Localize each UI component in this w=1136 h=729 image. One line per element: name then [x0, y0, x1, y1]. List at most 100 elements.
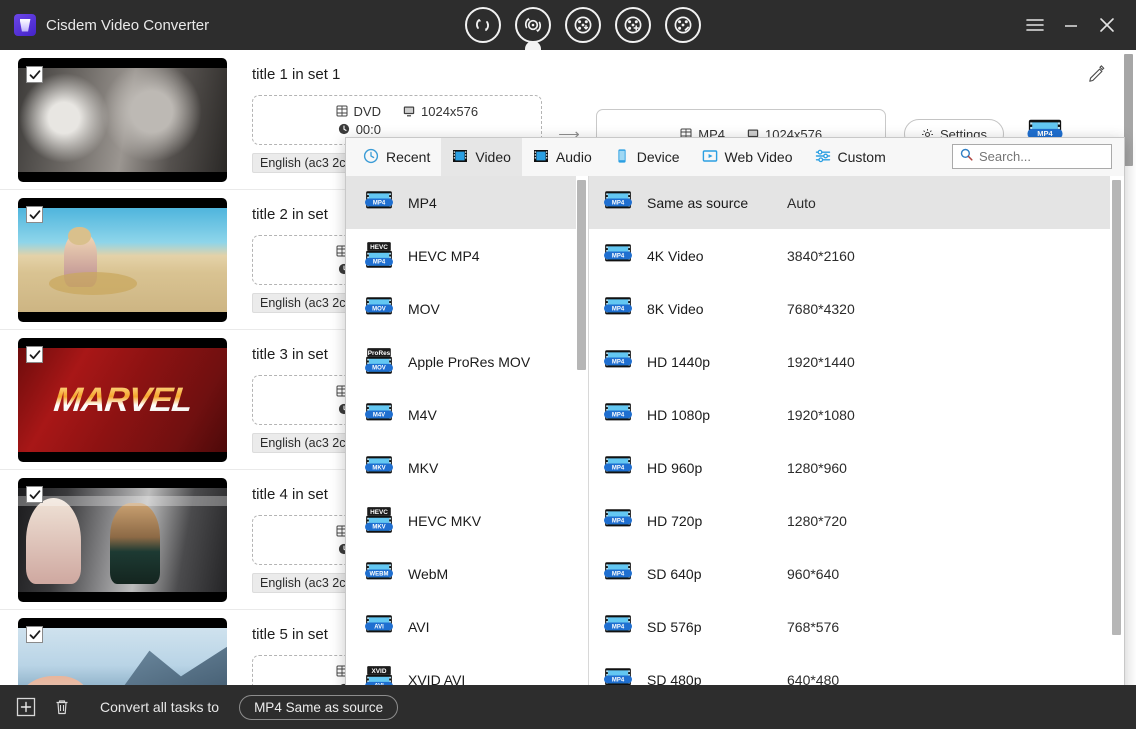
window-controls — [1018, 0, 1136, 50]
trash-icon[interactable] — [50, 695, 74, 719]
format-label: MOV — [408, 301, 440, 317]
preset-resolution: Auto — [787, 195, 816, 211]
task-thumbnail-wrap — [18, 198, 227, 322]
format-panel-body: MP4 MP4 HEVC MP4 HEVC MP4 — [346, 176, 1124, 721]
format-label: WebM — [408, 566, 448, 582]
format-item[interactable]: HEVC MP4 HEVC MP4 — [346, 229, 576, 282]
search-input[interactable] — [979, 149, 1104, 164]
format-icon: MKV — [364, 454, 394, 482]
preset-resolution: 7680*4320 — [787, 301, 855, 317]
format-item[interactable]: M4V M4V — [346, 388, 576, 441]
format-item[interactable]: WEBM WebM — [346, 547, 576, 600]
format-icon: HEVC MP4 — [364, 242, 394, 270]
app-title: Cisdem Video Converter — [46, 17, 209, 34]
preset-icon: MP4 — [603, 348, 633, 376]
tab-audio[interactable]: Audio — [522, 138, 603, 176]
sliders-icon — [815, 148, 831, 167]
preset-resolution: 3840*2160 — [787, 248, 855, 264]
close-icon[interactable] — [1090, 8, 1124, 42]
task-thumbnail[interactable] — [18, 198, 227, 322]
tab-label: Audio — [556, 149, 592, 165]
tab-custom[interactable]: Custom — [804, 138, 897, 176]
download-tool-button[interactable] — [565, 7, 601, 43]
tab-label: Video — [475, 149, 511, 165]
tab-label: Device — [637, 149, 680, 165]
source-resolution: 1024x576 — [403, 104, 478, 119]
format-item[interactable]: HEVC MKV HEVC MKV — [346, 494, 576, 547]
format-item[interactable]: MKV MKV — [346, 441, 576, 494]
preset-icon: MP4 — [603, 454, 633, 482]
edit-title-icon[interactable] — [1088, 64, 1106, 87]
task-thumbnail-wrap — [18, 618, 227, 685]
preset-icon: MP4 — [603, 295, 633, 323]
format-list[interactable]: MP4 MP4 HEVC MP4 HEVC MP4 — [346, 176, 576, 721]
task-thumbnail[interactable] — [18, 478, 227, 602]
format-item[interactable]: MOV MOV — [346, 282, 576, 335]
convert-tool-button[interactable] — [465, 7, 501, 43]
task-thumbnail[interactable] — [18, 58, 227, 182]
svg-text:MP4: MP4 — [612, 306, 625, 312]
format-label: Apple ProRes MOV — [408, 354, 530, 370]
preset-list[interactable]: MP4 Same as source Auto MP4 4K Video 384… — [589, 176, 1110, 721]
preset-icon: MP4 — [603, 613, 633, 641]
format-list-scrollbar-thumb[interactable] — [577, 180, 586, 370]
main-scrollbar-thumb[interactable] — [1124, 54, 1133, 166]
preset-item[interactable]: MP4 HD 720p 1280*720 — [589, 494, 1110, 547]
preset-item[interactable]: MP4 4K Video 3840*2160 — [589, 229, 1110, 282]
preset-item[interactable]: MP4 Same as source Auto — [589, 176, 1110, 229]
format-panel-tabs: Recent Video Audio Device Web Video Cust… — [346, 138, 1124, 176]
preset-resolution: 1280*720 — [787, 513, 847, 529]
tab-label: Web Video — [725, 149, 793, 165]
preset-item[interactable]: MP4 HD 960p 1280*960 — [589, 441, 1110, 494]
preset-item[interactable]: MP4 SD 576p 768*576 — [589, 600, 1110, 653]
task-checkbox[interactable] — [26, 206, 43, 223]
svg-text:WEBM: WEBM — [370, 571, 389, 577]
preset-item[interactable]: MP4 SD 640p 960*640 — [589, 547, 1110, 600]
search-box[interactable] — [952, 144, 1112, 169]
task-thumbnail-wrap: MARVEL — [18, 338, 227, 462]
format-icon: ProRes MOV — [364, 348, 394, 376]
convert-all-label: Convert all tasks to — [100, 699, 219, 715]
format-list-scrollbar[interactable] — [576, 176, 587, 721]
convert-all-preset-dropdown[interactable]: MP4 Same as source — [239, 695, 398, 720]
web-play-icon — [702, 148, 718, 167]
svg-text:MOV: MOV — [372, 306, 386, 312]
task-checkbox[interactable] — [26, 486, 43, 503]
task-thumbnail[interactable] — [18, 618, 227, 685]
preset-item[interactable]: MP4 HD 1080p 1920*1080 — [589, 388, 1110, 441]
task-checkbox[interactable] — [26, 346, 43, 363]
task-checkbox[interactable] — [26, 626, 43, 643]
format-label: AVI — [408, 619, 430, 635]
format-column[interactable]: MP4 MP4 HEVC MP4 HEVC MP4 — [346, 176, 589, 721]
tab-recent[interactable]: Recent — [352, 138, 441, 176]
preset-list-scrollbar-thumb[interactable] — [1112, 180, 1121, 635]
title-bar: Cisdem Video Converter — [0, 0, 1136, 50]
preset-name: SD 576p — [647, 619, 787, 635]
format-item[interactable]: ProRes MOV Apple ProRes MOV — [346, 335, 576, 388]
minimize-icon[interactable] — [1054, 8, 1088, 42]
preset-icon: MP4 — [603, 560, 633, 588]
tab-web-video[interactable]: Web Video — [691, 138, 804, 176]
dvd-ripper-tool-button[interactable] — [515, 7, 551, 43]
task-checkbox[interactable] — [26, 66, 43, 83]
format-label: HEVC MP4 — [408, 248, 480, 264]
tab-label: Custom — [838, 149, 886, 165]
svg-text:MP4: MP4 — [612, 571, 625, 577]
merge-tool-button[interactable] — [615, 7, 651, 43]
task-thumbnail[interactable]: MARVEL — [18, 338, 227, 462]
format-item[interactable]: MP4 MP4 — [346, 176, 576, 229]
svg-text:HEVC: HEVC — [370, 243, 388, 250]
format-item[interactable]: AVI AVI — [346, 600, 576, 653]
film-blue-icon — [452, 148, 468, 167]
tab-device[interactable]: Device — [603, 138, 691, 176]
preset-list-scrollbar[interactable] — [1111, 176, 1122, 721]
edit-tool-button[interactable] — [665, 7, 701, 43]
preset-name: HD 720p — [647, 513, 787, 529]
preset-column[interactable]: MP4 Same as source Auto MP4 4K Video 384… — [589, 176, 1124, 721]
preset-item[interactable]: MP4 HD 1440p 1920*1440 — [589, 335, 1110, 388]
hamburger-icon[interactable] — [1018, 8, 1052, 42]
plus-icon[interactable] — [14, 695, 38, 719]
format-selection-panel[interactable]: Recent Video Audio Device Web Video Cust… — [345, 137, 1125, 722]
tab-video[interactable]: Video — [441, 138, 522, 176]
preset-item[interactable]: MP4 8K Video 7680*4320 — [589, 282, 1110, 335]
